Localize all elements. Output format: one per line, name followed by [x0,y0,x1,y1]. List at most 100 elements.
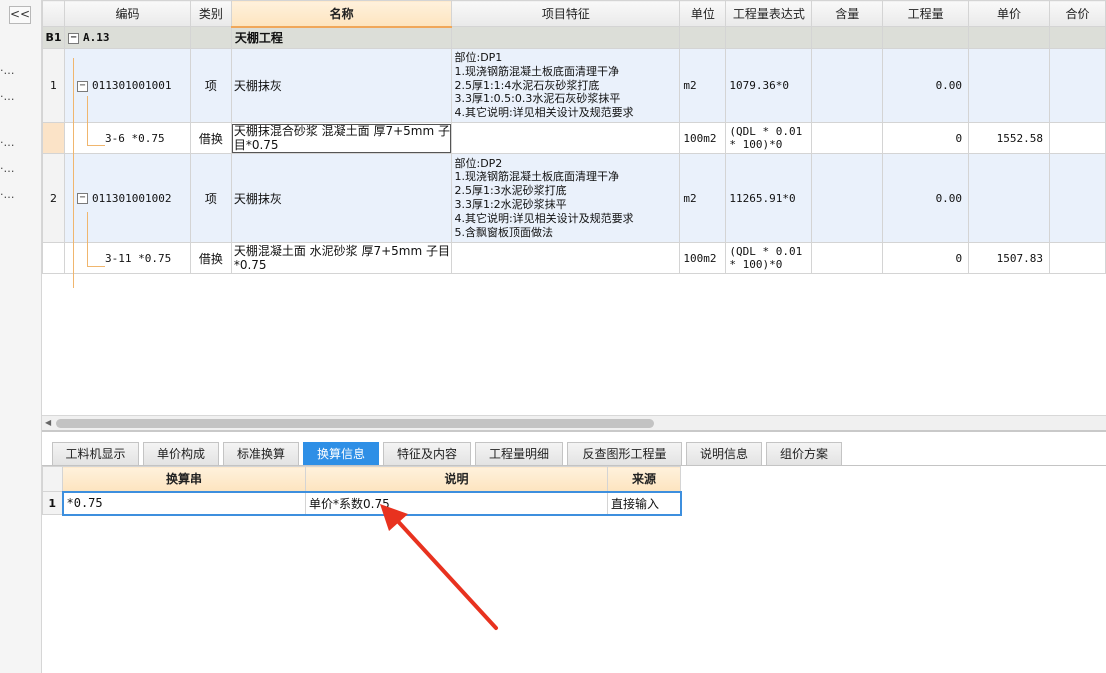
name-cell[interactable]: 天棚抹混合砂浆 混凝土面 厚7+5mm 子目*0.75 [230,122,453,154]
quantity-cell[interactable]: 0.00 [882,153,970,243]
type-cell[interactable]: 借换 [189,122,232,154]
minus-box-icon[interactable]: − [76,80,88,92]
features-cell[interactable]: 部位:DP1 1.现浇钢筋混凝土板底面清理干净 2.5厚1:1:4水泥石灰砂浆打… [451,48,681,123]
row-number: B1 [42,26,65,49]
tab-quantity-details[interactable]: 工程量明细 [475,442,563,466]
name-cell[interactable]: 天棚抹灰 [230,153,453,243]
total-cell[interactable] [1049,48,1106,123]
section-code-cell[interactable]: − A.13 [63,26,191,49]
tab-graphic-quantity[interactable]: 反查图形工程量 [567,442,682,466]
minus-box-icon[interactable]: − [76,193,88,204]
table-cell[interactable] [189,26,232,49]
section-name[interactable]: 天棚工程 [230,26,453,49]
detail-panel: 工料机显示 单价构成 标准换算 换算信息 特征及内容 工程量明细 反查图形工程量… [42,430,1106,673]
price-cell[interactable] [968,48,1050,123]
total-cell[interactable] [1049,122,1106,154]
expression-cell[interactable]: (QDL * 0.01 * 100)*0 [725,122,813,154]
table-row[interactable]: 1 −011301001001 项 天棚抹灰 部位:DP1 1.现浇钢筋混凝土板… [42,48,1106,123]
item-code[interactable]: 3-11 *0.75 [63,242,191,274]
column-header-code[interactable]: 编码 [63,0,191,27]
quantity-cell[interactable]: 0.00 [882,48,970,123]
item-code[interactable]: 3-6 *0.75 [63,122,191,154]
type-cell[interactable]: 项 [189,153,232,243]
column-header-unit[interactable]: 单位 [679,0,727,27]
column-header-type[interactable]: 类别 [189,0,232,27]
tab-labor-material[interactable]: 工料机显示 [52,442,139,466]
conversion-string-cell[interactable]: *0.75 [61,490,306,516]
features-cell[interactable]: 部位:DP2 1.现浇钢筋混凝土板底面清理干净 2.5厚1:3水泥砂浆打底 3.… [451,153,681,243]
left-nav-fragment[interactable]: ·… [0,188,14,201]
table-row[interactable]: 2 −011301001002 项 天棚抹灰 部位:DP2 1.现浇钢筋混凝土板… [42,153,1106,243]
app-window: << ·… ·… ·… ·… ·… 编码 类别 名称 项目特征 单位 工程量表达… [0,0,1106,673]
table-cell[interactable] [968,26,1050,49]
column-header-source[interactable]: 来源 [607,466,681,492]
tab-standard-conversion[interactable]: 标准换算 [223,442,299,466]
column-header-expression[interactable]: 工程量表达式 [725,0,813,27]
features-cell[interactable] [451,242,681,274]
scroll-left-icon[interactable]: ◀ [45,418,51,427]
table-row[interactable]: 3-11 *0.75 借换 天棚混凝土面 水泥砂浆 厚7+5mm 子目*0.75… [42,242,1106,274]
column-header-quantity[interactable]: 工程量 [882,0,970,27]
total-cell[interactable] [1049,153,1106,243]
left-nav-fragment[interactable]: ·… [0,136,14,149]
description-cell[interactable]: 单价*系数0.75 [305,490,608,516]
expression-cell[interactable]: 11265.91*0 [725,153,813,243]
quantity-cell[interactable]: 0 [882,242,970,274]
column-header-features[interactable]: 项目特征 [451,0,681,27]
expression-cell[interactable]: 1079.36*0 [725,48,813,123]
tab-features-content[interactable]: 特征及内容 [383,442,471,466]
column-header-price[interactable]: 单价 [968,0,1050,27]
content-cell[interactable] [811,48,884,123]
minus-box-icon[interactable]: − [67,32,79,44]
corner-header [42,0,65,27]
left-nav-fragment[interactable]: ·… [0,162,14,175]
horizontal-scrollbar[interactable]: ◀ [42,415,1106,430]
section-row[interactable]: B1 − A.13 天棚工程 [42,26,1106,49]
type-cell[interactable]: 借换 [189,242,232,274]
column-header-conversion-string[interactable]: 换算串 [62,466,306,492]
tab-conversion-info[interactable]: 换算信息 [303,442,379,466]
content-cell[interactable] [811,153,884,243]
bill-items-table: 编码 类别 名称 项目特征 单位 工程量表达式 含量 工程量 单价 合价 B1 [42,0,1106,274]
price-cell[interactable]: 1507.83 [968,242,1050,274]
tab-description[interactable]: 说明信息 [686,442,762,466]
tab-pricing-scheme[interactable]: 组价方案 [766,442,842,466]
table-row[interactable]: 1 *0.75 单价*系数0.75 直接输入 [42,490,682,516]
table-cell[interactable] [811,26,884,49]
source-cell[interactable]: 直接输入 [607,490,682,516]
column-header-description[interactable]: 说明 [305,466,608,492]
price-cell[interactable] [968,153,1050,243]
name-cell[interactable]: 天棚混凝土面 水泥砂浆 厚7+5mm 子目*0.75 [230,242,453,274]
double-chevron-left-icon: << [10,7,31,21]
content-cell[interactable] [811,122,884,154]
row-number: 1 [42,491,63,515]
unit-cell[interactable]: 100m2 [679,242,727,274]
column-header-name[interactable]: 名称 [230,0,453,28]
table-row[interactable]: 3-6 *0.75 借换 天棚抹混合砂浆 混凝土面 厚7+5mm 子目*0.75… [42,122,1106,154]
table-cell[interactable] [451,26,681,49]
code-cell[interactable]: −011301001002 [63,153,191,243]
unit-cell[interactable]: m2 [679,48,727,123]
total-cell[interactable] [1049,242,1106,274]
tab-unit-price[interactable]: 单价构成 [143,442,219,466]
name-cell[interactable]: 天棚抹灰 [230,48,453,123]
type-cell[interactable]: 项 [189,48,232,123]
left-nav-fragment[interactable]: ·… [0,64,14,77]
left-nav-fragment[interactable]: ·… [0,90,14,103]
table-cell[interactable] [882,26,970,49]
price-cell[interactable]: 1552.58 [968,122,1050,154]
table-cell[interactable] [679,26,727,49]
unit-cell[interactable]: m2 [679,153,727,243]
code-cell[interactable]: −011301001001 [63,48,191,123]
collapse-sidebar-button[interactable]: << [9,6,31,24]
table-cell[interactable] [725,26,813,49]
unit-cell[interactable]: 100m2 [679,122,727,154]
column-header-content[interactable]: 含量 [811,0,884,27]
column-header-total[interactable]: 合价 [1049,0,1106,27]
expression-cell[interactable]: (QDL * 0.01 * 100)*0 [725,242,813,274]
scrollbar-thumb[interactable] [56,419,654,428]
quantity-cell[interactable]: 0 [882,122,970,154]
content-cell[interactable] [811,242,884,274]
table-cell[interactable] [1049,26,1106,49]
features-cell[interactable] [451,122,681,154]
